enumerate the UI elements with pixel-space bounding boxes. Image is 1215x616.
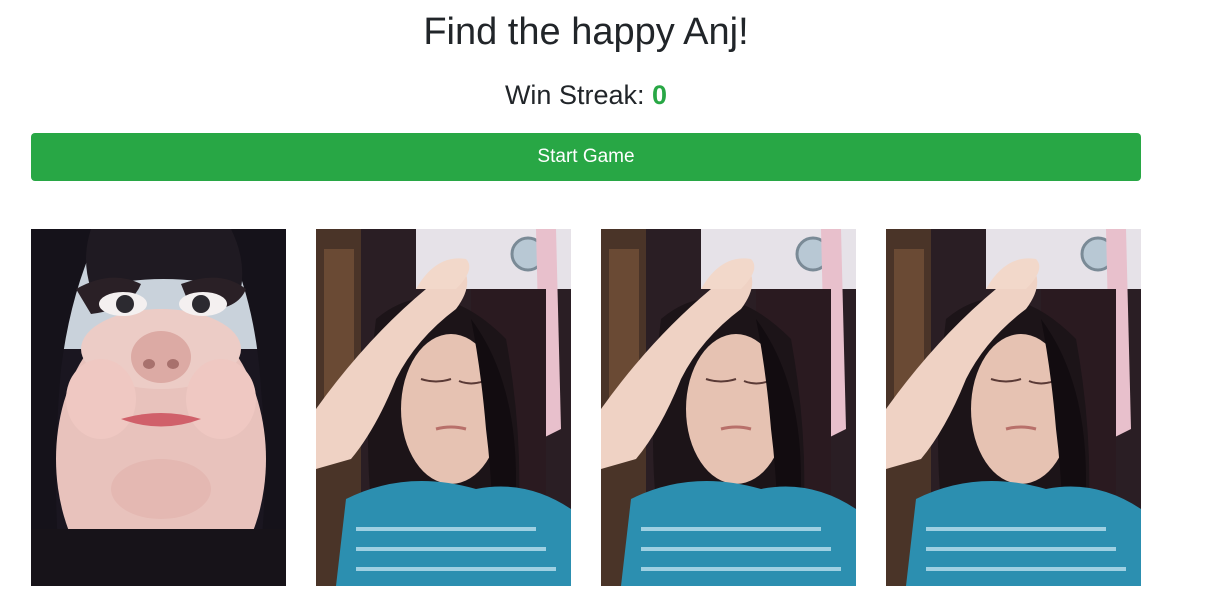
card-happy-photo[interactable] [31, 229, 286, 586]
happy-face-photo-image [31, 229, 286, 586]
card-sad-photo-2[interactable] [601, 229, 856, 586]
sad-face-photo-image [316, 229, 571, 586]
win-streak-count: 0 [652, 80, 668, 110]
sad-face-photo-image [886, 229, 1141, 586]
sad-face-photo-image [601, 229, 856, 586]
win-streak: Win Streak: 0 [0, 76, 1172, 114]
win-streak-label: Win Streak: [504, 80, 645, 110]
page-title: Find the happy Anj! [423, 11, 749, 53]
card-sad-photo-3[interactable] [886, 229, 1141, 586]
game-page: Find the happy Anj! Win Streak: 0 Start … [0, 0, 1215, 616]
card-sad-photo-1[interactable] [316, 229, 571, 586]
start-game-button[interactable]: Start Game [31, 133, 1141, 181]
card-grid [31, 229, 1141, 586]
